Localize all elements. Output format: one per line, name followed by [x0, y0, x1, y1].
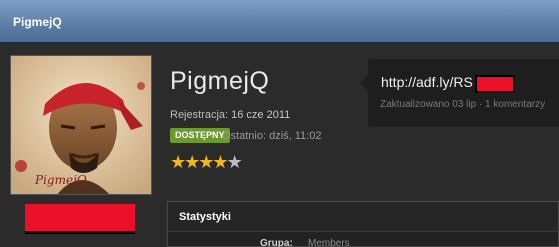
avatar-signature: PigmejQ	[34, 173, 87, 187]
header-title: PigmejQ	[13, 15, 62, 29]
registration-date: 16 cze 2011	[231, 109, 291, 121]
stats-row-value: Members	[308, 238, 350, 247]
stats-header: Statystyki	[168, 202, 558, 232]
registration-label: Rejestracja:	[170, 109, 229, 121]
star-icon[interactable]: ★	[184, 152, 200, 172]
avatar[interactable]: PigmejQ	[10, 55, 152, 195]
star-icon[interactable]: ★	[170, 152, 186, 172]
star-empty-icon[interactable]: ★	[227, 152, 243, 172]
redacted-block	[25, 204, 135, 234]
star-icon[interactable]: ★	[198, 152, 214, 172]
profile-header-bar: PigmejQ	[0, 0, 559, 43]
registration-info: Rejestracja: 16 cze 2011	[170, 109, 290, 121]
last-seen: Ostatnio: dziś, 11:02	[222, 130, 322, 142]
avatar-image: PigmejQ	[11, 56, 151, 194]
online-status-badge: DOSTĘPNY	[170, 128, 230, 143]
profile-username: PigmejQ	[170, 67, 270, 95]
stats-panel: Statystyki Grupa: Members	[167, 201, 559, 247]
redacted-block	[475, 75, 515, 93]
user-rating[interactable]: ★★★★★	[170, 152, 243, 172]
status-update-meta[interactable]: Zaktualizowano 03 lip · 1 komentarzy	[380, 99, 545, 110]
status-update: http://adf.ly/RS Zaktualizowano 03 lip ·…	[360, 59, 559, 127]
star-icon[interactable]: ★	[212, 152, 228, 172]
stats-row-label: Grupa:	[260, 238, 293, 247]
status-update-text[interactable]: http://adf.ly/RS	[381, 74, 473, 90]
